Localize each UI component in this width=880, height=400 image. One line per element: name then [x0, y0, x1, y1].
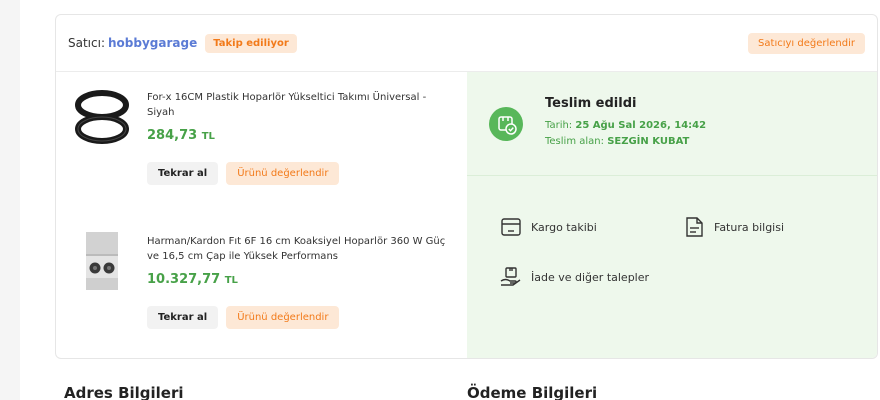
product-title[interactable]: Harman/Kardon Fıt 6F 16 cm Koaksiyel Hop…: [147, 234, 452, 264]
delivery-date-label: Tarih:: [545, 120, 573, 131]
cargo-tracking-link[interactable]: Kargo takibi: [499, 215, 597, 239]
price-currency: TL: [201, 131, 215, 142]
rebuy-button[interactable]: Tekrar al: [147, 306, 219, 329]
delivery-date-value: 25 Ağu Sal 2026, 14:42: [575, 120, 707, 131]
product-actions: Tekrar al Ürünü değerlendir: [147, 162, 340, 185]
price-value: 284,73: [147, 128, 198, 143]
rate-product-button[interactable]: Ürünü değerlendir: [226, 162, 340, 185]
product-price: 284,73 TL: [147, 128, 215, 143]
seller-name-link[interactable]: hobbygarage: [108, 36, 197, 50]
document-icon: [686, 217, 703, 237]
rate-seller-button[interactable]: Satıcıyı değerlendir: [748, 32, 865, 54]
address-section-title: Adres Bilgileri: [64, 384, 184, 400]
cargo-tracking-label: Kargo takibi: [531, 220, 597, 234]
product-price: 10.327,77 TL: [147, 272, 238, 287]
product-list: For-x 16CM Plastik Hoparlör Yükseltici T…: [56, 72, 467, 358]
delivery-summary: Teslim edildi Tarih: 25 Ağu Sal 2026, 14…: [467, 72, 877, 176]
delivery-receiver-label: Teslim alan:: [545, 136, 604, 147]
speaker-ring-thumbnail[interactable]: [72, 86, 132, 148]
seller-header: Satıcı: hobbygarage Takip ediliyor Satıc…: [56, 15, 877, 72]
delivery-date: Tarih: 25 Ağu Sal 2026, 14:42: [545, 120, 706, 131]
invoice-info-link[interactable]: Fatura bilgisi: [682, 215, 784, 239]
follow-badge[interactable]: Takip ediliyor: [205, 33, 297, 53]
rate-product-button[interactable]: Ürünü değerlendir: [226, 306, 340, 329]
returns-requests-label: İade ve diğer talepler: [531, 270, 650, 284]
delivered-box-icon: [489, 107, 523, 141]
delivery-receiver-value: SEZGİN KUBAT: [607, 136, 690, 147]
payment-section-title: Ödeme Bilgileri: [467, 384, 598, 400]
price-value: 10.327,77: [147, 272, 221, 287]
returns-requests-link[interactable]: İade ve diğer talepler: [499, 265, 649, 289]
return-box-icon: [500, 267, 521, 286]
price-currency: TL: [224, 275, 238, 286]
package-icon: [501, 218, 521, 236]
product-title[interactable]: For-x 16CM Plastik Hoparlör Yükseltici T…: [147, 90, 452, 120]
order-card: Satıcı: hobbygarage Takip ediliyor Satıc…: [55, 14, 878, 359]
delivery-receiver: Teslim alan: SEZGİN KUBAT: [545, 136, 689, 147]
invoice-info-label: Fatura bilgisi: [714, 220, 785, 234]
product-actions: Tekrar al Ürünü değerlendir: [147, 306, 340, 329]
rebuy-button[interactable]: Tekrar al: [147, 162, 219, 185]
speaker-box-thumbnail[interactable]: [72, 230, 132, 292]
delivery-status-panel: Teslim edildi Tarih: 25 Ağu Sal 2026, 14…: [467, 72, 877, 358]
delivery-status-title: Teslim edildi: [545, 96, 637, 111]
left-sidebar-strip: [0, 0, 20, 400]
seller-prefix: Satıcı:: [68, 36, 105, 50]
